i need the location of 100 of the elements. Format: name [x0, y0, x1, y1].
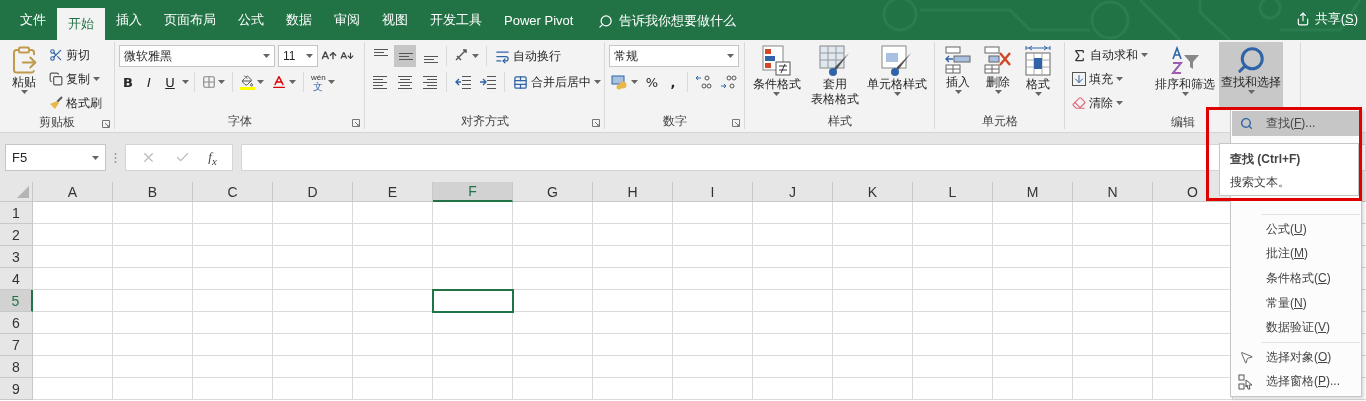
grid-cell[interactable]: [1153, 202, 1233, 224]
sort-filter-button[interactable]: 排序和筛选: [1153, 42, 1217, 110]
grid-cell[interactable]: [593, 202, 673, 224]
menu-item[interactable]: 数据验证(V): [1232, 315, 1360, 340]
column-header[interactable]: H: [593, 182, 673, 202]
column-header[interactable]: N: [1073, 182, 1153, 202]
grid-cell[interactable]: [193, 268, 273, 290]
menu-item[interactable]: 常量(N): [1232, 290, 1360, 316]
grid-cell[interactable]: [833, 224, 913, 246]
grid-cell[interactable]: [513, 290, 593, 312]
grid-cell[interactable]: [1153, 224, 1233, 246]
ribbon-tab[interactable]: 数据: [275, 4, 323, 36]
grid-cell[interactable]: [913, 356, 993, 378]
grid-cell[interactable]: [673, 202, 753, 224]
grid-cell[interactable]: [993, 290, 1073, 312]
grid-cell[interactable]: [513, 334, 593, 356]
tell-me-search[interactable]: 告诉我你想要做什么: [598, 12, 737, 30]
grid-cell[interactable]: [1153, 312, 1233, 334]
row-header[interactable]: 5: [0, 290, 33, 312]
menu-item[interactable]: 条件格式(C): [1232, 266, 1360, 291]
grid-cell[interactable]: [833, 268, 913, 290]
grid-cell[interactable]: [273, 334, 353, 356]
grid-cell[interactable]: [113, 378, 193, 400]
grid-cell[interactable]: [1073, 334, 1153, 356]
grid-cell[interactable]: [433, 312, 513, 334]
grid-cell[interactable]: [193, 334, 273, 356]
grid-cell[interactable]: [193, 290, 273, 312]
ribbon-tab[interactable]: 页面布局: [153, 4, 227, 36]
grid-cell[interactable]: [1073, 224, 1153, 246]
column-header[interactable]: F: [433, 182, 513, 202]
grid-cell[interactable]: [193, 246, 273, 268]
grid-cell[interactable]: [353, 356, 433, 378]
dialog-launcher-icon[interactable]: [102, 120, 110, 128]
grid-cell[interactable]: [593, 312, 673, 334]
grid-cell[interactable]: [433, 378, 513, 400]
grid-cell[interactable]: [593, 246, 673, 268]
grid-cell[interactable]: [33, 378, 113, 400]
grid-cell[interactable]: [273, 224, 353, 246]
vertical-align-button[interactable]: [394, 45, 416, 67]
merge-center-button[interactable]: 合并后居中: [510, 71, 604, 93]
grid-cell[interactable]: [513, 224, 593, 246]
grid-cell[interactable]: [993, 202, 1073, 224]
column-header[interactable]: M: [993, 182, 1073, 202]
grid-cell[interactable]: [433, 268, 513, 290]
grid-cell[interactable]: [993, 334, 1073, 356]
grid-cell[interactable]: [673, 224, 753, 246]
underline-button[interactable]: U: [161, 71, 179, 93]
grid-cell[interactable]: [913, 334, 993, 356]
row-header[interactable]: 2: [0, 224, 33, 246]
grid-cell[interactable]: [1153, 268, 1233, 290]
grid-cell[interactable]: [113, 334, 193, 356]
column-header[interactable]: B: [113, 182, 193, 202]
column-header[interactable]: J: [753, 182, 833, 202]
grid-cell[interactable]: [33, 312, 113, 334]
grid-cell[interactable]: [353, 202, 433, 224]
row-header[interactable]: 9: [0, 378, 33, 400]
grid-cell[interactable]: [273, 202, 353, 224]
grid-cell[interactable]: [33, 356, 113, 378]
grid-cell[interactable]: [33, 224, 113, 246]
format-as-table-button[interactable]: 套用 表格格式: [806, 42, 863, 110]
grid-cell[interactable]: [433, 202, 513, 224]
grid-cell[interactable]: [353, 290, 433, 312]
grid-cell[interactable]: [593, 224, 673, 246]
grid-cell[interactable]: [833, 202, 913, 224]
grid-cell[interactable]: [753, 356, 833, 378]
grid-cell[interactable]: [913, 378, 993, 400]
comma-button[interactable]: ,: [664, 71, 682, 93]
column-header[interactable]: L: [913, 182, 993, 202]
grid-cell[interactable]: [913, 312, 993, 334]
grid-cell[interactable]: [273, 246, 353, 268]
grid-cell[interactable]: [753, 290, 833, 312]
grid-cell[interactable]: [1153, 334, 1233, 356]
dialog-launcher-icon[interactable]: [732, 119, 740, 127]
column-header[interactable]: A: [33, 182, 113, 202]
wrap-text-button[interactable]: 自动换行: [492, 45, 564, 67]
insert-button[interactable]: 插入: [939, 42, 977, 110]
grid-cell[interactable]: [993, 224, 1073, 246]
grid-cell[interactable]: [433, 224, 513, 246]
grid-cell[interactable]: [353, 268, 433, 290]
row-header[interactable]: 4: [0, 268, 33, 290]
grid-cell[interactable]: [833, 378, 913, 400]
grid-cell[interactable]: [753, 224, 833, 246]
phonetic-guide-button[interactable]: wén 文: [309, 71, 337, 93]
menu-item[interactable]: 批注(M): [1232, 241, 1360, 267]
dialog-launcher-icon[interactable]: [352, 119, 360, 127]
grid-cell[interactable]: [753, 202, 833, 224]
grid-cell[interactable]: [513, 356, 593, 378]
grid-cell[interactable]: [433, 334, 513, 356]
paste-button[interactable]: 粘贴: [4, 42, 44, 110]
grid-cell[interactable]: [33, 290, 113, 312]
grid-cell[interactable]: [833, 290, 913, 312]
grid-cell[interactable]: [113, 224, 193, 246]
number-format-select[interactable]: 常规: [609, 45, 739, 67]
grid-cell[interactable]: [353, 224, 433, 246]
grid-cell[interactable]: [673, 290, 753, 312]
grid-cell[interactable]: [513, 268, 593, 290]
grid-cell[interactable]: [1073, 378, 1153, 400]
grid-cell[interactable]: [113, 356, 193, 378]
grid-cell[interactable]: [593, 356, 673, 378]
grid-cell[interactable]: [673, 246, 753, 268]
